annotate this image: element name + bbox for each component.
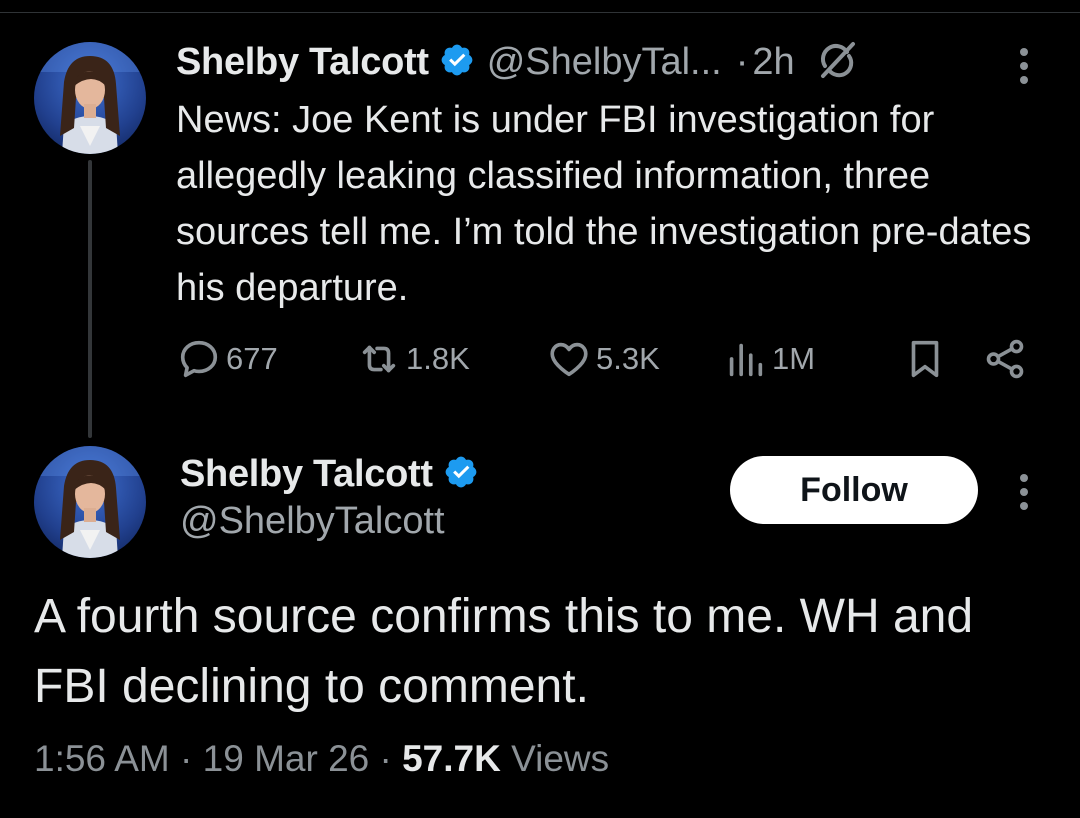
reply-icon [176, 336, 222, 382]
more-vertical-icon[interactable] [1016, 48, 1032, 90]
reply-button[interactable]: 677 [176, 336, 278, 382]
author-handle[interactable]: @ShelbyTalcott [180, 500, 445, 543]
avatar-photo [34, 446, 146, 558]
share-icon [982, 336, 1028, 382]
heart-icon [546, 336, 592, 382]
bookmark-icon [902, 336, 948, 382]
main-tweet-text: A fourth source confirms this to me. WH … [34, 590, 974, 713]
repost-button[interactable]: 1.8K [356, 336, 470, 382]
more-vertical-icon[interactable] [1016, 474, 1032, 516]
tweet-timestamp[interactable]: 1:56 AM · 19 Mar 26 · [34, 738, 402, 779]
like-button[interactable]: 5.3K [546, 336, 660, 382]
author-handle[interactable]: @ShelbyTal... [487, 41, 722, 84]
verified-badge-icon [439, 42, 475, 83]
avatar-photo [34, 42, 146, 154]
parent-tweet-text: News: Joe Kent is under FBI investigatio… [176, 99, 1032, 309]
views-label: Views [500, 738, 610, 779]
views-total: 57.7K [402, 738, 501, 779]
share-button[interactable] [982, 336, 1028, 382]
tweet-action-bar: 677 1.8K 5.3K 1M [176, 336, 1036, 386]
author-name[interactable]: Shelby Talcott [180, 453, 433, 496]
views-button[interactable]: 1M [722, 336, 815, 382]
avatar[interactable] [34, 446, 146, 558]
parent-tweet-header: Shelby Talcott @ShelbyTal... · 2h [176, 40, 859, 84]
top-divider [0, 12, 1080, 13]
author-name[interactable]: Shelby Talcott [176, 41, 429, 84]
bookmark-button[interactable] [902, 336, 948, 382]
like-count: 5.3K [596, 341, 660, 376]
separator-dot: · [735, 40, 749, 83]
reply-count: 677 [226, 341, 278, 376]
main-tweet-header: Shelby Talcott [180, 452, 479, 496]
views-icon [722, 336, 768, 382]
views-count: 1M [772, 341, 816, 376]
follow-button[interactable]: Follow [730, 456, 978, 524]
tweet-time[interactable]: 2h [752, 41, 794, 84]
avatar[interactable] [34, 42, 146, 154]
tweet-meta: 1:56 AM · 19 Mar 26 · 57.7K Views [34, 738, 609, 780]
thread-connector [88, 160, 92, 438]
repost-icon [356, 336, 402, 382]
verified-badge-icon [443, 454, 479, 495]
grok-icon[interactable] [815, 38, 859, 87]
repost-count: 1.8K [406, 341, 470, 376]
